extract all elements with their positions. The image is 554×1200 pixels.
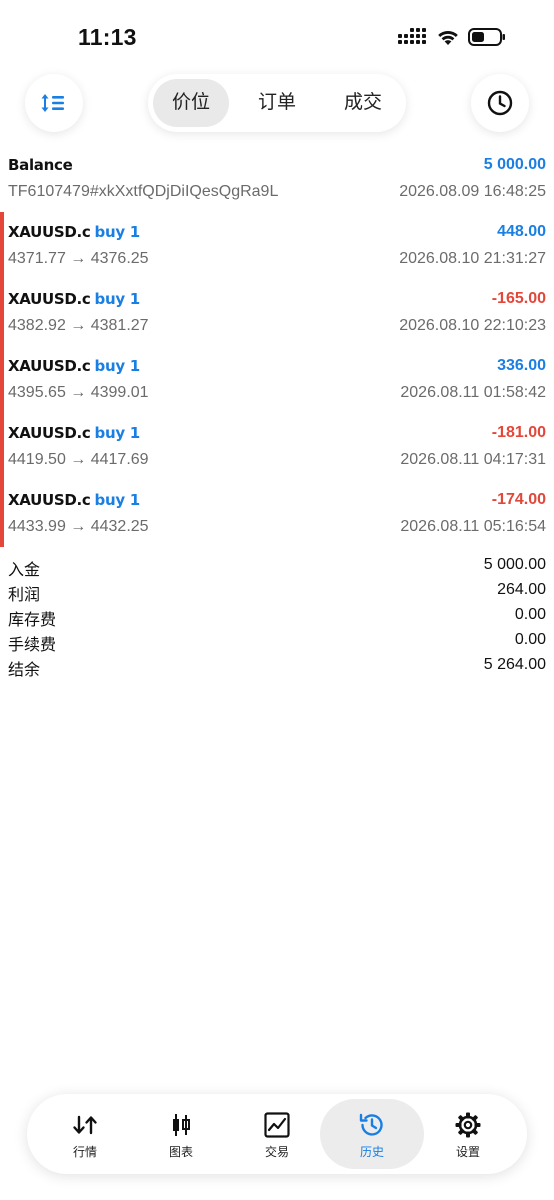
status-bar: 11:13	[0, 0, 554, 70]
period-button[interactable]	[471, 74, 529, 132]
deal-side: buy 1	[94, 491, 141, 509]
deal-time: 2026.08.11 05:16:54	[400, 518, 546, 535]
clock-icon	[487, 90, 513, 116]
tab-deals[interactable]: 成交	[325, 79, 401, 127]
deal-time: 2026.08.11 01:58:42	[400, 384, 546, 401]
summary-balance-row: 结余 5 264.00	[0, 656, 554, 680]
tab-orders[interactable]: 订单	[239, 79, 315, 127]
deal-symbol: XAUUSD.c	[8, 223, 91, 241]
summary-swap-row: 库存费 0.00	[0, 606, 554, 630]
deal-row[interactable]: XAUUSD.c buy 1 448.00	[0, 223, 554, 245]
status-indicators	[398, 27, 506, 47]
cellular-signal-icon	[398, 28, 426, 44]
deal-time: 2026.08.10 22:10:23	[399, 317, 546, 334]
summary-label: 利润	[8, 587, 41, 604]
deal-symbol: XAUUSD.c	[8, 290, 91, 308]
segmented-control: 价位 订单 成交	[148, 74, 406, 132]
deal-prices: 4433.99 → 4432.25	[8, 518, 149, 535]
deal-time: 2026.08.10 21:31:27	[399, 250, 546, 267]
gear-icon	[455, 1112, 481, 1138]
trade-chart-icon	[264, 1112, 290, 1138]
nav-label: 历史	[359, 1145, 384, 1159]
summary-value: 0.00	[514, 631, 546, 648]
nav-label: 设置	[455, 1145, 480, 1159]
summary-value: 0.00	[514, 606, 546, 623]
quotes-arrows-icon	[73, 1115, 97, 1135]
sort-button[interactable]	[25, 74, 83, 132]
summary-value: 264.00	[497, 581, 546, 598]
status-time: 11:13	[78, 24, 137, 50]
deal-prices: 4371.77 → 4376.25	[8, 250, 149, 267]
deal-symbol: XAUUSD.c	[8, 424, 91, 442]
deal-time: 2026.08.11 04:17:31	[400, 451, 546, 468]
deal-side: buy 1	[94, 424, 141, 442]
summary-label: 手续费	[8, 637, 57, 654]
deal-row[interactable]: XAUUSD.c buy 1 -174.00	[0, 491, 554, 513]
balance-detail-row: TF6107479#xkXxtfQDjDiIQesQgRa9L 2026.08.…	[0, 183, 554, 205]
summary-profit-row: 利润 264.00	[0, 581, 554, 605]
top-toolbar: 价位 订单 成交	[0, 74, 554, 136]
deal-row[interactable]: XAUUSD.c buy 1 336.00	[0, 357, 554, 379]
summary-value: 5 000.00	[483, 556, 546, 573]
history-clock-icon	[359, 1113, 383, 1136]
deal-prices: 4419.50 → 4417.69	[8, 451, 149, 468]
wifi-icon	[438, 30, 458, 45]
nav-label: 交易	[264, 1145, 289, 1159]
deal-symbol: XAUUSD.c	[8, 357, 91, 375]
deal-detail-row: 4433.99 → 4432.25 2026.08.11 05:16:54	[0, 518, 554, 540]
nav-chart[interactable]: 图表	[129, 1099, 233, 1169]
deal-side: buy 1	[94, 290, 141, 308]
summary-value: 5 264.00	[483, 656, 546, 673]
summary-deposit-row: 入金 5 000.00	[0, 556, 554, 580]
deal-profit: -165.00	[491, 290, 546, 307]
deal-detail-row: 4419.50 → 4417.69 2026.08.11 04:17:31	[0, 451, 554, 473]
deal-side: buy 1	[94, 223, 141, 241]
nav-trade[interactable]: 交易	[225, 1099, 329, 1169]
deal-row[interactable]: XAUUSD.c buy 1 -181.00	[0, 424, 554, 446]
summary-label: 结余	[8, 662, 41, 679]
tab-positions[interactable]: 价位	[153, 79, 229, 127]
deal-side: buy 1	[94, 357, 141, 375]
summary-commission-row: 手续费 0.00	[0, 631, 554, 655]
deal-row[interactable]: XAUUSD.c buy 1 -165.00	[0, 290, 554, 312]
battery-icon	[468, 28, 505, 46]
deal-prices: 4382.92 → 4381.27	[8, 317, 149, 334]
balance-account: TF6107479#xkXxtfQDjDiIQesQgRa9L	[8, 183, 279, 200]
balance-title: Balance	[8, 156, 73, 174]
deal-symbol: XAUUSD.c	[8, 491, 91, 509]
nav-history[interactable]: 历史	[320, 1099, 424, 1169]
nav-label: 行情	[72, 1145, 97, 1159]
deal-detail-row: 4371.77 → 4376.25 2026.08.10 21:31:27	[0, 250, 554, 272]
nav-label: 图表	[168, 1145, 193, 1159]
balance-amount: 5 000.00	[483, 156, 546, 173]
summary-label: 入金	[8, 562, 41, 579]
deal-profit: 448.00	[497, 223, 546, 240]
candlestick-chart-icon	[173, 1114, 190, 1136]
balance-row: Balance 5 000.00	[0, 156, 554, 178]
deal-profit: -181.00	[491, 424, 546, 441]
nav-settings[interactable]: 设置	[416, 1099, 520, 1169]
deal-detail-row: 4395.65 → 4399.01 2026.08.11 01:58:42	[0, 384, 554, 406]
deal-profit: -174.00	[491, 491, 546, 508]
balance-time: 2026.08.09 16:48:25	[399, 183, 546, 200]
deal-profit: 336.00	[497, 357, 546, 374]
summary-label: 库存费	[8, 612, 57, 629]
bottom-navigation: 行情 图表 交易 历史 设置	[27, 1094, 527, 1174]
deal-detail-row: 4382.92 → 4381.27 2026.08.10 22:10:23	[0, 317, 554, 339]
deal-prices: 4395.65 → 4399.01	[8, 384, 149, 401]
sort-arrows-icon	[41, 94, 64, 112]
nav-quotes[interactable]: 行情	[33, 1099, 137, 1169]
